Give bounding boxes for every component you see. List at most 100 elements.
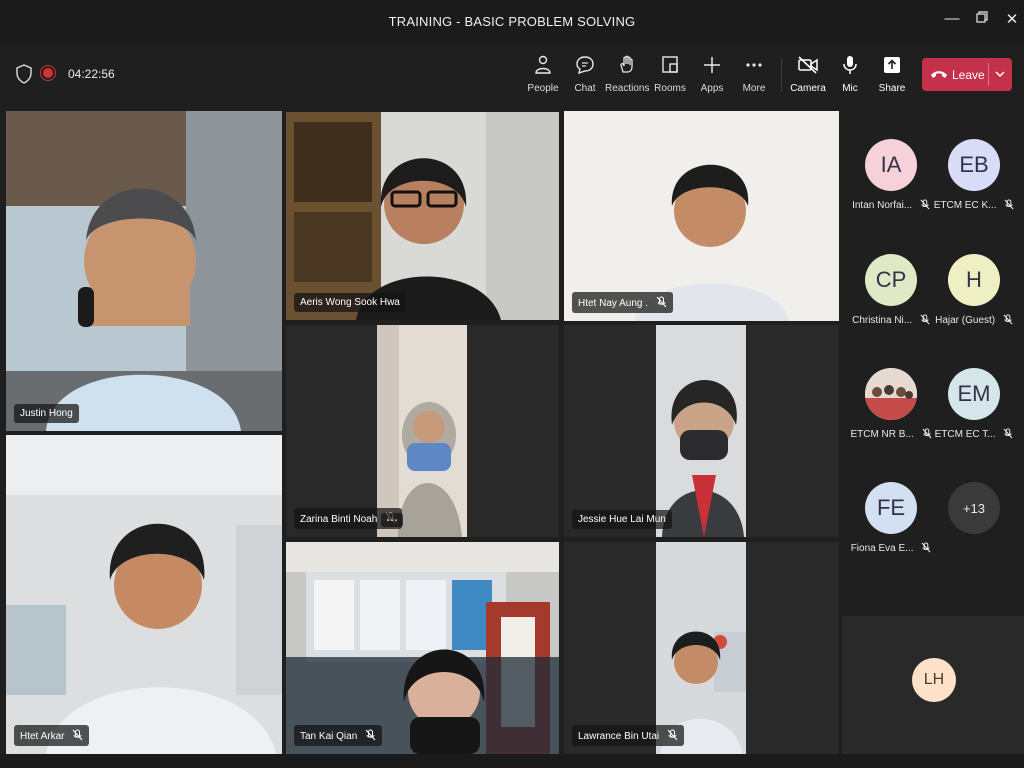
- roster-item[interactable]: FE Fiona Eva E...: [850, 482, 932, 554]
- video-tile-aeris-wong[interactable]: Aeris Wong Sook Hwa: [286, 112, 559, 320]
- hang-up-icon: [931, 71, 947, 78]
- participant-name-tag: Jessie Hue Lai Mun: [572, 510, 672, 529]
- participant-name-tag: Htet Nay Aung .: [572, 292, 673, 313]
- video-tile-zarina[interactable]: Zarina Binti Noah ⋯: [286, 325, 559, 537]
- participant-name-tag: Htet Arkar: [14, 725, 90, 746]
- mic-label: Mic: [842, 83, 858, 94]
- participant-video: [286, 112, 559, 320]
- roster-name: Hajar (Guest): [935, 315, 996, 326]
- chat-icon: [576, 56, 594, 75]
- roster-item-name: Fiona Eva E...: [850, 542, 932, 554]
- roster-item[interactable]: CP Christina Ni...: [850, 254, 932, 326]
- hand-icon: [620, 55, 633, 73]
- participant-name: Aeris Wong Sook Hwa: [300, 297, 400, 308]
- roster-name: ETCM EC T...: [934, 429, 996, 440]
- avatar: EB: [948, 139, 1000, 191]
- mic-muted-icon: [922, 428, 932, 439]
- close-icon[interactable]: ✕: [1000, 10, 1024, 28]
- video-tile-htet-nay-aung[interactable]: Htet Nay Aung .: [564, 111, 839, 321]
- reactions-button[interactable]: Reactions: [605, 54, 649, 94]
- participant-name: Tan Kai Qian: [300, 731, 358, 742]
- participant-video: [564, 542, 839, 754]
- bottom-edge: [0, 754, 1024, 768]
- more-label: More: [742, 83, 766, 94]
- video-tile-tan-kai-qian[interactable]: Tan Kai Qian: [286, 542, 559, 754]
- roster-item[interactable]: IA Intan Norfai...: [850, 139, 932, 211]
- roster-item-name: ETCM EC T...: [933, 428, 1015, 440]
- mic-muted-icon: [72, 729, 83, 741]
- camera-label: Camera: [790, 83, 826, 94]
- mic-muted-icon: [1003, 314, 1013, 325]
- participant-video: [286, 325, 559, 537]
- chat-label: Chat: [574, 83, 596, 94]
- avatar: [865, 368, 917, 420]
- video-tile-htet-arkar[interactable]: Htet Arkar: [6, 435, 282, 754]
- participant-name: Htet Nay Aung .: [578, 298, 649, 309]
- apps-button[interactable]: Apps: [690, 54, 734, 94]
- toolbar-divider: [781, 58, 782, 92]
- maximize-icon[interactable]: [970, 10, 994, 27]
- participant-gallery: IA Intan Norfai... EB ETCM EC K... CP Ch…: [842, 108, 1024, 613]
- roster-item-name: Christina Ni...: [850, 314, 932, 326]
- mic-muted-icon: [921, 542, 931, 553]
- minimize-icon[interactable]: —: [940, 10, 964, 27]
- roster-item-name: Hajar (Guest): [933, 314, 1015, 326]
- video-tile-justin-hong[interactable]: Justin Hong: [6, 111, 282, 431]
- people-label: People: [527, 83, 559, 94]
- mic-muted-icon: [667, 729, 678, 741]
- participant-name-tag: Justin Hong: [14, 404, 79, 423]
- participant-name: Jessie Hue Lai Mun: [578, 514, 666, 525]
- video-tile-lawrance[interactable]: Lawrance Bin Utai: [564, 542, 839, 754]
- video-tile-jessie[interactable]: Jessie Hue Lai Mun: [564, 325, 839, 537]
- mic-muted-icon: [365, 729, 376, 741]
- rooms-icon: [662, 56, 678, 73]
- group-photo-avatar: [865, 368, 917, 420]
- tile-more-options-icon[interactable]: ⋯: [381, 513, 403, 527]
- participant-name: Htet Arkar: [20, 731, 65, 742]
- rooms-label: Rooms: [654, 83, 686, 94]
- apps-label: Apps: [700, 83, 724, 94]
- participant-name: Zarina Binti Noah: [300, 514, 378, 525]
- camera-button[interactable]: Camera: [786, 54, 830, 94]
- roster-item-name: ETCM NR B...: [850, 428, 932, 440]
- participant-video: [6, 111, 282, 431]
- mic-muted-icon: [1003, 428, 1013, 439]
- people-button[interactable]: People: [521, 54, 565, 94]
- participant-video: [564, 111, 839, 321]
- leave-button[interactable]: Leave: [922, 58, 1012, 91]
- avatar: FE: [865, 482, 917, 534]
- window-title: TRAINING - BASIC PROBLEM SOLVING: [388, 14, 636, 29]
- participant-video: [564, 325, 839, 537]
- mic-muted-icon: [920, 199, 930, 210]
- roster-item[interactable]: EB ETCM EC K...: [933, 139, 1015, 211]
- self-avatar: LH: [912, 658, 956, 702]
- self-view[interactable]: LH: [842, 616, 1024, 754]
- leave-divider: [988, 63, 989, 86]
- leave-label: Leave: [952, 68, 985, 82]
- roster-item[interactable]: ETCM NR B...: [850, 368, 932, 440]
- participant-video: [6, 435, 282, 754]
- participant-name-tag: Lawrance Bin Utai: [572, 725, 684, 746]
- mic-muted-icon: [1004, 199, 1014, 210]
- mic-button[interactable]: Mic: [828, 54, 872, 94]
- roster-item[interactable]: H Hajar (Guest): [933, 254, 1015, 326]
- meeting-timer: 04:22:56: [68, 67, 115, 81]
- roster-item-name: Intan Norfai...: [850, 199, 932, 211]
- participant-name: Lawrance Bin Utai: [578, 731, 660, 742]
- more-participants-button[interactable]: +13: [933, 482, 1015, 534]
- more-button[interactable]: More: [732, 54, 776, 94]
- roster-item[interactable]: EM ETCM EC T...: [933, 368, 1015, 440]
- chevron-down-icon[interactable]: [994, 67, 1006, 81]
- shield-icon: [16, 64, 32, 84]
- rooms-button[interactable]: Rooms: [648, 54, 692, 94]
- roster-name: ETCM EC K...: [933, 200, 997, 211]
- mic-muted-icon: [920, 314, 930, 325]
- title-bar: TRAINING - BASIC PROBLEM SOLVING — ✕: [0, 0, 1024, 44]
- chat-button[interactable]: Chat: [563, 54, 607, 94]
- share-label: Share: [878, 83, 906, 94]
- recording-icon: [43, 68, 53, 78]
- microphone-icon: [843, 56, 857, 74]
- participant-name-tag: Aeris Wong Sook Hwa: [294, 293, 406, 312]
- share-button[interactable]: Share: [870, 54, 914, 94]
- camera-off-icon: [798, 56, 818, 74]
